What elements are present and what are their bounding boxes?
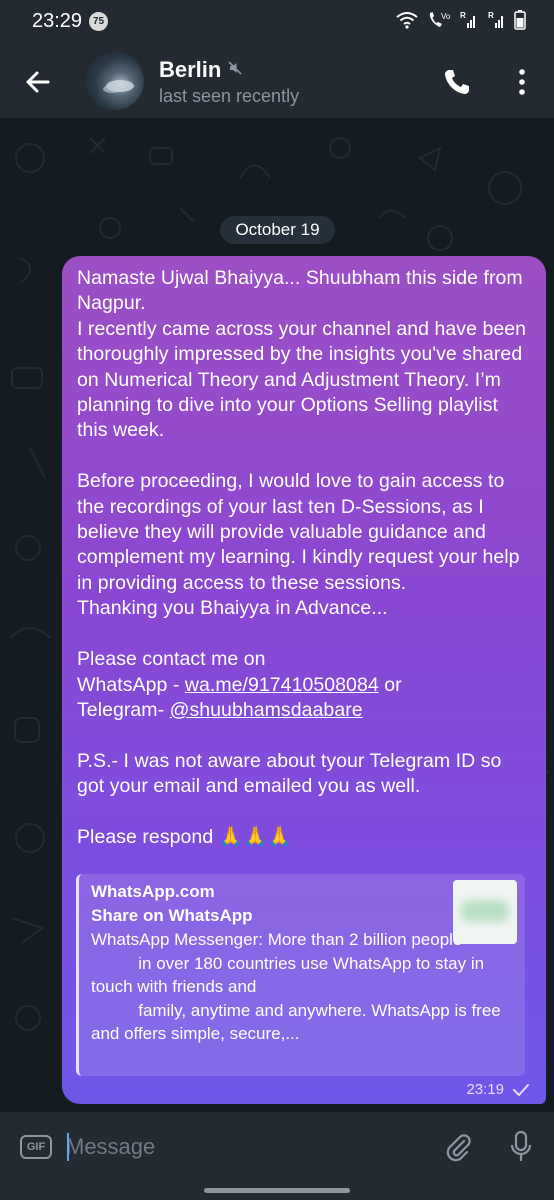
attach-button[interactable] <box>442 1132 474 1164</box>
link-preview-description: WhatsApp Messenger: More than 2 billion … <box>91 930 501 1044</box>
link-preview-card[interactable]: WhatsApp.com Share on WhatsApp WhatsApp … <box>76 874 525 1076</box>
chat-area[interactable]: October 19 Namaste Ujwal Bhaiyya... Shuu… <box>0 118 554 1112</box>
date-separator: October 19 <box>220 216 335 244</box>
microphone-button[interactable] <box>507 1130 535 1164</box>
message-text: Namaste Ujwal Bhaiyya... Shuubham this s… <box>77 266 530 850</box>
link-preview-title: Share on WhatsApp <box>91 906 253 925</box>
message-meta: 23:19 <box>466 1081 530 1098</box>
message-bubble-outgoing[interactable]: Namaste Ujwal Bhaiyya... Shuubham this s… <box>62 256 546 1104</box>
svg-text:R: R <box>460 11 466 20</box>
system-nav-bar <box>0 1182 554 1200</box>
svg-text:VoLTE: VoLTE <box>441 12 450 21</box>
chat-header: Berlin last seen recently <box>0 44 554 118</box>
signal-r-icon: R <box>458 10 478 35</box>
home-gesture-handle[interactable] <box>204 1188 350 1193</box>
phone-icon <box>445 70 469 94</box>
check-icon <box>513 1083 529 1096</box>
status-bar: 23:29 75 VoLTE R R <box>0 0 554 44</box>
chat-title[interactable]: Berlin <box>159 57 221 83</box>
avatar[interactable] <box>86 52 144 110</box>
gif-button[interactable]: GIF <box>20 1135 52 1159</box>
signal-r-icon: R <box>486 10 506 35</box>
text-cursor <box>67 1133 69 1161</box>
message-input[interactable] <box>66 1129 426 1165</box>
back-button[interactable] <box>18 62 58 102</box>
call-button[interactable] <box>441 66 473 98</box>
paperclip-icon <box>446 1134 471 1162</box>
status-icons: VoLTE R R <box>396 10 526 35</box>
link-preview-site: WhatsApp.com <box>91 882 215 901</box>
volte-call-icon: VoLTE <box>426 10 464 35</box>
microphone-icon <box>510 1130 532 1161</box>
link-preview-thumbnail[interactable] <box>453 880 517 944</box>
chat-subtitle: last seen recently <box>159 86 300 106</box>
telegram-username-link[interactable]: @shuubhamsdaabare <box>170 699 363 721</box>
whatsapp-link[interactable]: wa.me/917410508084 <box>185 674 379 696</box>
message-input-bar: GIF <box>0 1112 554 1182</box>
notification-count-badge: 75 <box>89 12 108 31</box>
mute-icon <box>228 61 242 80</box>
message-text-part-1: Namaste Ujwal Bhaiyya... Shuubham this s… <box>77 267 527 696</box>
more-vertical-icon <box>519 69 525 95</box>
message-text-part-2: P.S.- I was not aware about tyour Telegr… <box>77 749 502 848</box>
svg-text:R: R <box>488 11 494 20</box>
message-time: 23:19 <box>466 1081 504 1098</box>
wifi-icon <box>396 11 418 34</box>
status-time: 23:29 <box>32 10 83 32</box>
more-options-button[interactable] <box>508 66 536 98</box>
battery-icon <box>514 10 526 35</box>
arrow-left-icon <box>26 71 50 93</box>
